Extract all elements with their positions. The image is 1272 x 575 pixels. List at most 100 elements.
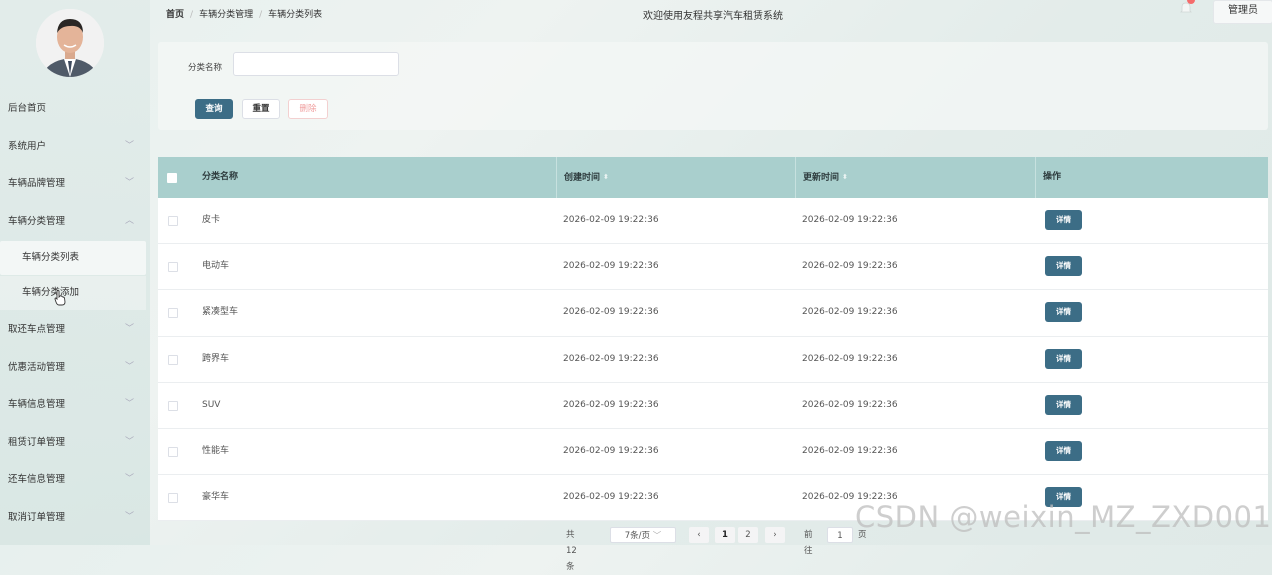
welcome-title: 欢迎使用友程共享汽车租赁系统 xyxy=(643,11,783,22)
chevron-down-icon: ﹀ xyxy=(124,399,134,409)
sidebar-subitem[interactable]: 车辆分类列表 xyxy=(0,241,146,275)
row-checkbox[interactable] xyxy=(168,493,178,504)
table-row: 电动车 2026-02-09 19:22:36 2026-02-09 19:22:3… xyxy=(158,244,1268,291)
header-update-time[interactable]: 更新时间 ⬍ xyxy=(795,157,848,198)
cell-category-name: 紧凑型车 xyxy=(202,307,239,318)
cell-create-time: 2026-02-09 19:22:36 xyxy=(563,353,659,364)
cell-category-name: 性能车 xyxy=(202,445,230,456)
sidebar-subitem-label: 车辆分类添加 xyxy=(22,287,80,298)
row-checkbox[interactable] xyxy=(168,308,178,319)
sidebar-item-label: 系统用户 xyxy=(8,140,47,152)
sidebar-item-label: 取还车点管理 xyxy=(8,324,66,335)
hand-cursor-icon xyxy=(54,290,66,306)
table-row: 紧凑型车 2026-02-09 19:22:36 2026-02-09 19:22:… xyxy=(158,290,1268,337)
sidebar-item[interactable]: 后台首页 xyxy=(0,90,150,128)
sidebar-item-label: 车辆信息管理 xyxy=(8,399,66,410)
cell-update-time: 2026-02-09 19:22:36 xyxy=(802,307,898,318)
search-panel: 分类名称 查询 重置 删除 xyxy=(158,42,1268,130)
header-create-time[interactable]: 创建时间 ⬍ xyxy=(556,157,609,198)
category-name-input[interactable] xyxy=(233,52,399,76)
cell-category-name: 豪华车 xyxy=(202,492,230,503)
row-checkbox[interactable] xyxy=(168,354,178,365)
page-number[interactable]: 1 xyxy=(715,527,735,543)
breadcrumb-home[interactable]: 首页 xyxy=(166,10,184,20)
sort-icon[interactable]: ⬍ xyxy=(842,157,848,198)
sort-icon[interactable]: ⬍ xyxy=(603,157,609,198)
breadcrumb-separator: / xyxy=(259,10,263,20)
chevron-down-icon: ﹀ xyxy=(124,140,134,151)
row-checkbox[interactable] xyxy=(168,446,178,457)
table-row: 性能车 2026-02-09 19:22:36 2026-02-09 19:22:3… xyxy=(158,428,1268,476)
detail-button[interactable]: 详情 xyxy=(1045,210,1082,230)
detail-button[interactable]: 详情 xyxy=(1045,302,1082,323)
query-button[interactable]: 查询 xyxy=(195,99,233,119)
chevron-down-icon: ﹀ xyxy=(652,531,662,541)
page-size-select[interactable]: 7条/页 ﹀ xyxy=(610,527,676,543)
sidebar-item[interactable]: 取还车点管理 ﹀ xyxy=(0,311,150,349)
sidebar-item[interactable]: 还车信息管理 ﹀ xyxy=(0,461,150,499)
reset-button[interactable]: 重置 xyxy=(242,99,280,119)
sidebar-menu: 后台首页系统用户 ﹀ 车辆品牌管理 ﹀ 车辆分类管理 ︿ 车辆分类列表 车辆分类添加取还车点管… xyxy=(0,90,150,536)
cell-update-time: 2026-02-09 19:22:36 xyxy=(802,399,898,410)
header-action: 操作 xyxy=(1035,157,1061,198)
select-all-checkbox[interactable] xyxy=(167,173,177,183)
sidebar-item[interactable]: 系统用户 ﹀ xyxy=(0,128,150,166)
breadcrumb-separator: / xyxy=(190,10,194,20)
sidebar-item[interactable]: 车辆品牌管理 ﹀ xyxy=(0,165,150,203)
bell-icon[interactable] xyxy=(1178,0,1195,16)
detail-button[interactable]: 详情 xyxy=(1045,440,1082,461)
sidebar-item[interactable]: 优惠活动管理 ﹀ xyxy=(0,349,150,387)
sidebar-item-label: 取消订单管理 xyxy=(8,511,66,523)
table-header: 分类名称 创建时间 ⬍ 更新时间 ⬍ 操作 xyxy=(158,157,1268,198)
sidebar-item[interactable]: 车辆分类管理 ︿ xyxy=(0,203,150,241)
cell-category-name: 跨界车 xyxy=(202,353,230,364)
cell-category-name: SUV xyxy=(202,399,221,410)
detail-button[interactable]: 详情 xyxy=(1045,394,1082,415)
row-checkbox[interactable] xyxy=(168,216,178,226)
chevron-down-icon: ﹀ xyxy=(124,436,134,447)
page-number[interactable]: 2 xyxy=(738,527,758,543)
sidebar-item-label: 车辆分类管理 xyxy=(8,215,66,227)
cell-update-time: 2026-02-09 19:22:36 xyxy=(802,445,898,456)
row-checkbox[interactable] xyxy=(168,262,178,273)
detail-button[interactable]: 详情 xyxy=(1045,256,1082,277)
cell-update-time: 2026-02-09 19:22:36 xyxy=(802,353,898,364)
chevron-up-icon: ︿ xyxy=(124,215,134,226)
cell-update-time: 2026-02-09 19:22:36 xyxy=(802,215,898,225)
breadcrumb-category-management[interactable]: 车辆分类管理 xyxy=(199,10,253,20)
chevron-down-icon: ﹀ xyxy=(124,178,134,188)
prev-page-button[interactable]: ‹ xyxy=(689,527,709,543)
category-name-label: 分类名称 xyxy=(188,63,223,73)
sidebar-item-label: 优惠活动管理 xyxy=(8,361,66,373)
sidebar-item[interactable]: 车辆信息管理 ﹀ xyxy=(0,386,150,424)
next-page-button[interactable]: › xyxy=(765,527,785,543)
table-row: SUV 2026-02-09 19:22:36 2026-02-09 19:22:3… xyxy=(158,382,1268,429)
sidebar: 后台首页系统用户 ﹀ 车辆品牌管理 ﹀ 车辆分类管理 ︿ 车辆分类列表 车辆分类添加取还车点管… xyxy=(0,0,150,545)
sidebar-item-label: 车辆品牌管理 xyxy=(8,178,66,189)
category-table: 分类名称 创建时间 ⬍ 更新时间 ⬍ 操作 皮卡 2026-02-09 19:22:3… xyxy=(158,157,1268,522)
chevron-down-icon: ﹀ xyxy=(124,511,134,522)
sidebar-subitem-label: 车辆分类列表 xyxy=(22,252,80,263)
delete-button[interactable]: 删除 xyxy=(288,99,328,119)
cell-create-time: 2026-02-09 19:22:36 xyxy=(563,492,659,503)
pagination-total: 共 12 条 xyxy=(566,530,577,572)
cell-create-time: 2026-02-09 19:22:36 xyxy=(563,399,659,410)
chevron-down-icon: ﹀ xyxy=(124,474,134,484)
watermark: CSDN @weixin_MZ_ZXD001 xyxy=(855,500,1272,534)
table-row: 跨界车 2026-02-09 19:22:36 2026-02-09 19:22:3… xyxy=(158,336,1268,383)
sidebar-item[interactable]: 取消订单管理 ﹀ xyxy=(0,499,150,537)
chevron-down-icon: ﹀ xyxy=(124,324,134,334)
cell-create-time: 2026-02-09 19:22:36 xyxy=(563,215,659,225)
chevron-down-icon: ﹀ xyxy=(124,361,134,372)
cell-create-time: 2026-02-09 19:22:36 xyxy=(563,307,659,318)
goto-page-input[interactable]: 1 xyxy=(827,527,853,543)
header-category-name: 分类名称 xyxy=(202,172,239,182)
breadcrumb: 首页 / 车辆分类管理 / 车辆分类列表 xyxy=(166,7,322,20)
user-menu-button[interactable]: 管理员 xyxy=(1213,0,1272,24)
detail-button[interactable]: 详情 xyxy=(1045,348,1082,369)
sidebar-subitem[interactable]: 车辆分类添加 xyxy=(0,276,146,310)
avatar[interactable] xyxy=(36,9,104,77)
row-checkbox[interactable] xyxy=(168,400,178,411)
sidebar-item[interactable]: 租赁订单管理 ﹀ xyxy=(0,424,150,462)
cell-category-name: 皮卡 xyxy=(202,215,221,225)
